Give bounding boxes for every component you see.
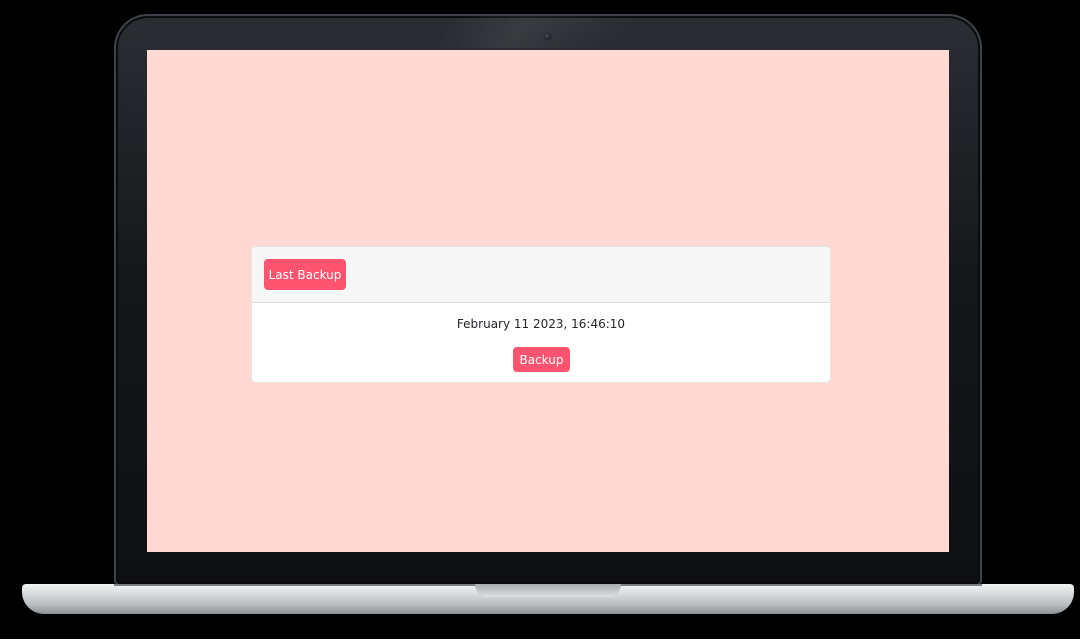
backup-button[interactable]: Backup (513, 347, 570, 372)
laptop-mockup: Last Backup February 11 2023, 16:46:10 B… (0, 0, 1080, 639)
backup-card: Last Backup February 11 2023, 16:46:10 B… (251, 246, 831, 383)
card-body: February 11 2023, 16:46:10 Backup (252, 303, 830, 382)
lid-glare (434, 16, 634, 48)
card-header: Last Backup (252, 247, 830, 303)
last-backup-timestamp: February 11 2023, 16:46:10 (456, 317, 626, 331)
last-backup-button[interactable]: Last Backup (264, 259, 346, 290)
laptop-base (22, 584, 1074, 614)
laptop-screen: Last Backup February 11 2023, 16:46:10 B… (147, 50, 949, 552)
webcam-icon (544, 33, 551, 40)
laptop-base-notch (475, 584, 621, 597)
